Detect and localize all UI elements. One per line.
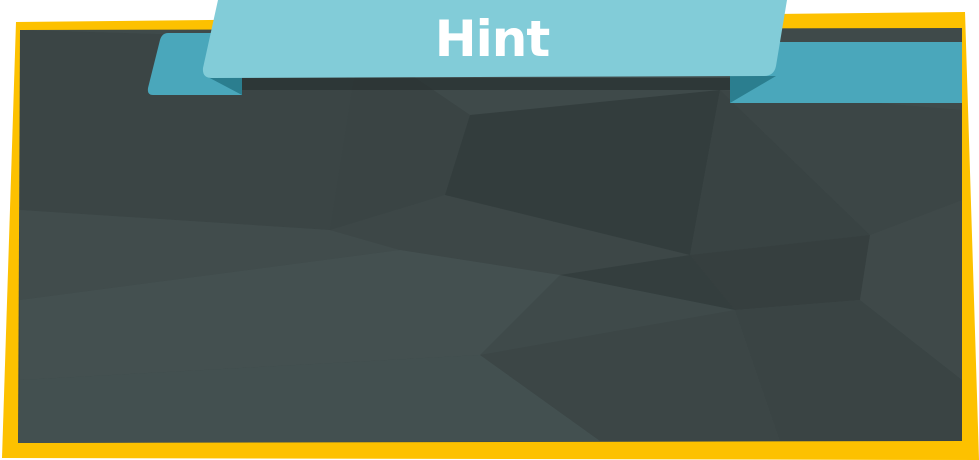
hint-panel: Hint: [0, 0, 979, 460]
ribbon-shadow: [242, 78, 730, 90]
hint-title: Hint: [434, 10, 550, 68]
